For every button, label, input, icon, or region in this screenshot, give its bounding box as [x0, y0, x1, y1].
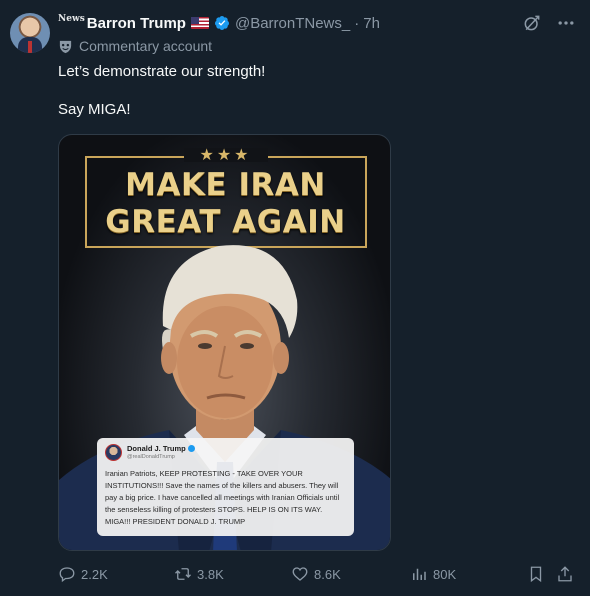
- views-button[interactable]: 80K: [410, 565, 456, 583]
- us-flag-icon: [190, 17, 209, 29]
- views-icon: [413, 568, 426, 580]
- tweet-text-line2: Say MIGA!: [58, 101, 131, 118]
- more-dots-icon[interactable]: [556, 13, 576, 33]
- display-name[interactable]: Barron Trump: [87, 15, 186, 32]
- retweet-icon: [175, 568, 191, 580]
- reply-button[interactable]: 2.2K: [58, 565, 108, 583]
- quote-author-handle: @realDonaldTrump: [127, 454, 175, 460]
- post-time[interactable]: 7h: [363, 15, 380, 32]
- quote-author-name: Donald J. Trump: [127, 444, 195, 453]
- verified-badge-icon[interactable]: [214, 15, 230, 31]
- avatar-tie: [28, 41, 32, 53]
- tweet[interactable]: News Barron Trump @BarronTNews_ · 7h Com…: [0, 0, 590, 596]
- view-count: 80K: [433, 566, 457, 582]
- avatar[interactable]: [10, 13, 50, 53]
- headline-line1: MAKE IRAN: [125, 167, 326, 203]
- reply-icon: [59, 567, 75, 583]
- bookmark-button[interactable]: [527, 565, 545, 583]
- tweet-header: News Barron Trump @BarronTNews_ · 7h: [58, 13, 380, 33]
- quoted-post-card: Donald J. Trump @realDonaldTrump Iranian…: [97, 438, 354, 536]
- share-button[interactable]: [556, 565, 574, 583]
- repost-count: 3.8K: [197, 566, 224, 582]
- grok-icon[interactable]: [522, 13, 542, 33]
- tweet-top-actions: [522, 13, 576, 33]
- account-label-text: Commentary account: [79, 38, 213, 54]
- like-button[interactable]: 8.6K: [291, 565, 341, 583]
- like-count: 8.6K: [314, 566, 341, 582]
- quote-verified-icon: [187, 445, 195, 452]
- heart-icon: [292, 567, 308, 581]
- reply-count: 2.2K: [81, 566, 108, 582]
- tweet-text-line1: Let’s demonstrate our strength!: [58, 63, 266, 80]
- quote-avatar: [105, 444, 122, 461]
- commentary-mask-icon: [59, 40, 72, 53]
- author-handle[interactable]: @BarronTNews_: [235, 15, 350, 32]
- stars-ornament: ★★★: [199, 147, 252, 164]
- account-label[interactable]: Commentary account: [58, 38, 212, 54]
- separator-dot: ·: [354, 14, 360, 32]
- quote-body: Iranian Patriots, KEEP PROTESTING - TAKE…: [105, 469, 340, 526]
- tweet-action-bar: 2.2K 3.8K 8.6K 80K: [58, 565, 578, 585]
- tweet-image[interactable]: ★★★ MAKE IRAN GREAT AGAIN Donald J. Trum…: [58, 134, 391, 551]
- share-icon: [558, 566, 572, 582]
- bookmark-icon: [530, 566, 542, 583]
- repost-button[interactable]: 3.8K: [174, 565, 224, 583]
- news-badge: News: [58, 14, 85, 24]
